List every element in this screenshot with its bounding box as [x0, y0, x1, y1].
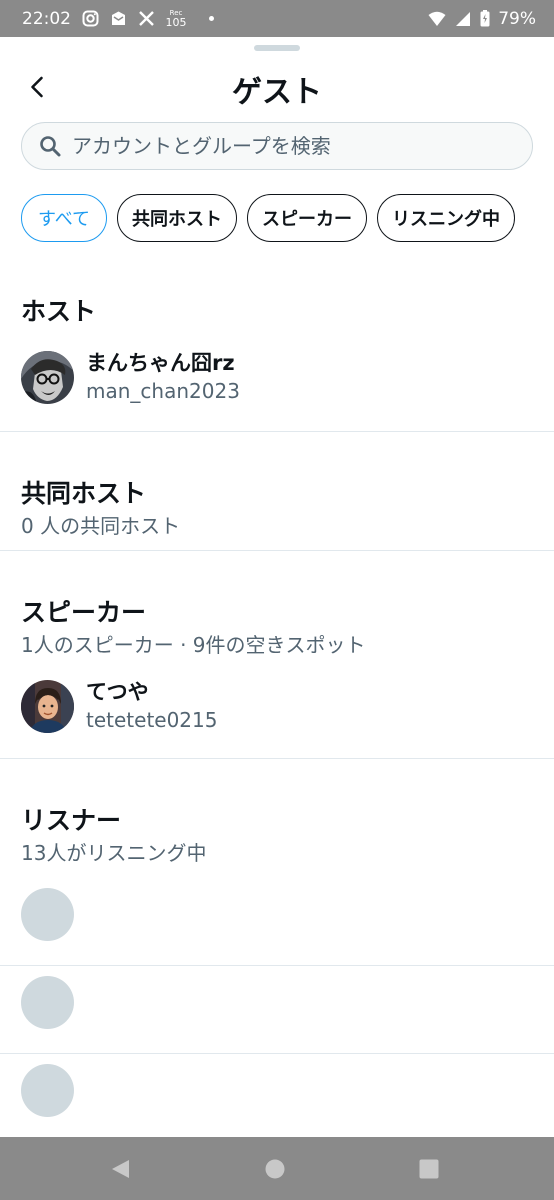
- divider: [0, 550, 554, 551]
- wifi-icon: [428, 10, 446, 28]
- filter-chip-speaker[interactable]: スピーカー: [247, 194, 368, 242]
- status-bar-right: 79%: [428, 9, 536, 29]
- divider: [0, 431, 554, 432]
- header: ゲスト: [0, 63, 554, 111]
- section-title-listener: リスナー: [21, 806, 122, 835]
- host-user-row[interactable]: まんちゃん囧rz man_chan2023: [21, 349, 240, 405]
- nav-back-icon: [112, 1160, 129, 1178]
- listener-avatar-placeholder[interactable]: [21, 976, 74, 1029]
- search-bar[interactable]: [21, 122, 533, 170]
- nav-home-button[interactable]: [265, 1159, 285, 1183]
- speaker-user-row[interactable]: てつや tetetete0215: [21, 678, 217, 734]
- guest-sheet: ゲスト すべて 共同ホスト スピーカー リスニング中 ホスト: [0, 37, 554, 1137]
- avatar: [21, 350, 74, 404]
- nav-recents-icon: [419, 1159, 439, 1179]
- user-name: まんちゃん囧rz: [86, 351, 235, 375]
- sheet-drag-handle[interactable]: [254, 45, 300, 51]
- divider: [0, 965, 554, 966]
- section-subtitle-cohost: 0 人の共同ホスト: [21, 514, 181, 538]
- x-icon: [137, 10, 155, 28]
- status-time: 22:02: [22, 8, 71, 29]
- nav-back-button[interactable]: [109, 1158, 131, 1184]
- mail-icon: [109, 10, 127, 28]
- section-subtitle-speaker: 1人のスピーカー · 9件の空きスポット: [21, 633, 366, 657]
- divider: [0, 1053, 554, 1054]
- battery-icon: [480, 10, 490, 28]
- user-name: てつや: [86, 680, 149, 704]
- signal-icon: [454, 10, 472, 28]
- battery-percent: 79%: [498, 8, 536, 29]
- nav-recents-button[interactable]: [419, 1159, 439, 1183]
- navigation-bar: [0, 1137, 554, 1200]
- divider: [0, 758, 554, 759]
- filter-chip-all[interactable]: すべて: [21, 194, 108, 242]
- filter-chip-listening[interactable]: リスニング中: [377, 194, 516, 242]
- user-handle: man_chan2023: [86, 379, 240, 403]
- user-text: まんちゃん囧rz man_chan2023: [86, 349, 240, 405]
- status-bar-left: 22:02 Rec 105: [22, 9, 214, 29]
- listener-avatar-placeholder[interactable]: [21, 888, 74, 941]
- section-title-host: ホスト: [21, 297, 97, 326]
- filter-chips: すべて 共同ホスト スピーカー リスニング中: [21, 194, 516, 242]
- filter-chip-cohost[interactable]: 共同ホスト: [117, 194, 238, 242]
- recording-badge: Rec 105: [165, 9, 187, 29]
- listener-avatar-placeholder[interactable]: [21, 1064, 74, 1117]
- section-subtitle-listener: 13人がリスニング中: [21, 841, 207, 865]
- nav-home-icon: [265, 1159, 285, 1179]
- more-notifications-dot: [209, 16, 214, 21]
- section-title-speaker: スピーカー: [21, 598, 147, 627]
- guest-list-screen: 22:02 Rec 105 79% ゲスト アカウントとグループを検索 すべて …: [0, 0, 554, 1200]
- page-title: ゲスト: [232, 75, 322, 110]
- instagram-icon: [81, 10, 99, 28]
- section-title-cohost: 共同ホスト: [21, 479, 147, 508]
- status-bar: 22:02 Rec 105 79%: [0, 0, 554, 37]
- search-input[interactable]: [72, 134, 492, 158]
- user-text: てつや tetetete0215: [86, 678, 217, 734]
- search-icon: [40, 136, 61, 157]
- recording-badge-bottom: 105: [165, 16, 187, 29]
- user-handle: tetetete0215: [86, 708, 218, 732]
- avatar: [21, 679, 74, 733]
